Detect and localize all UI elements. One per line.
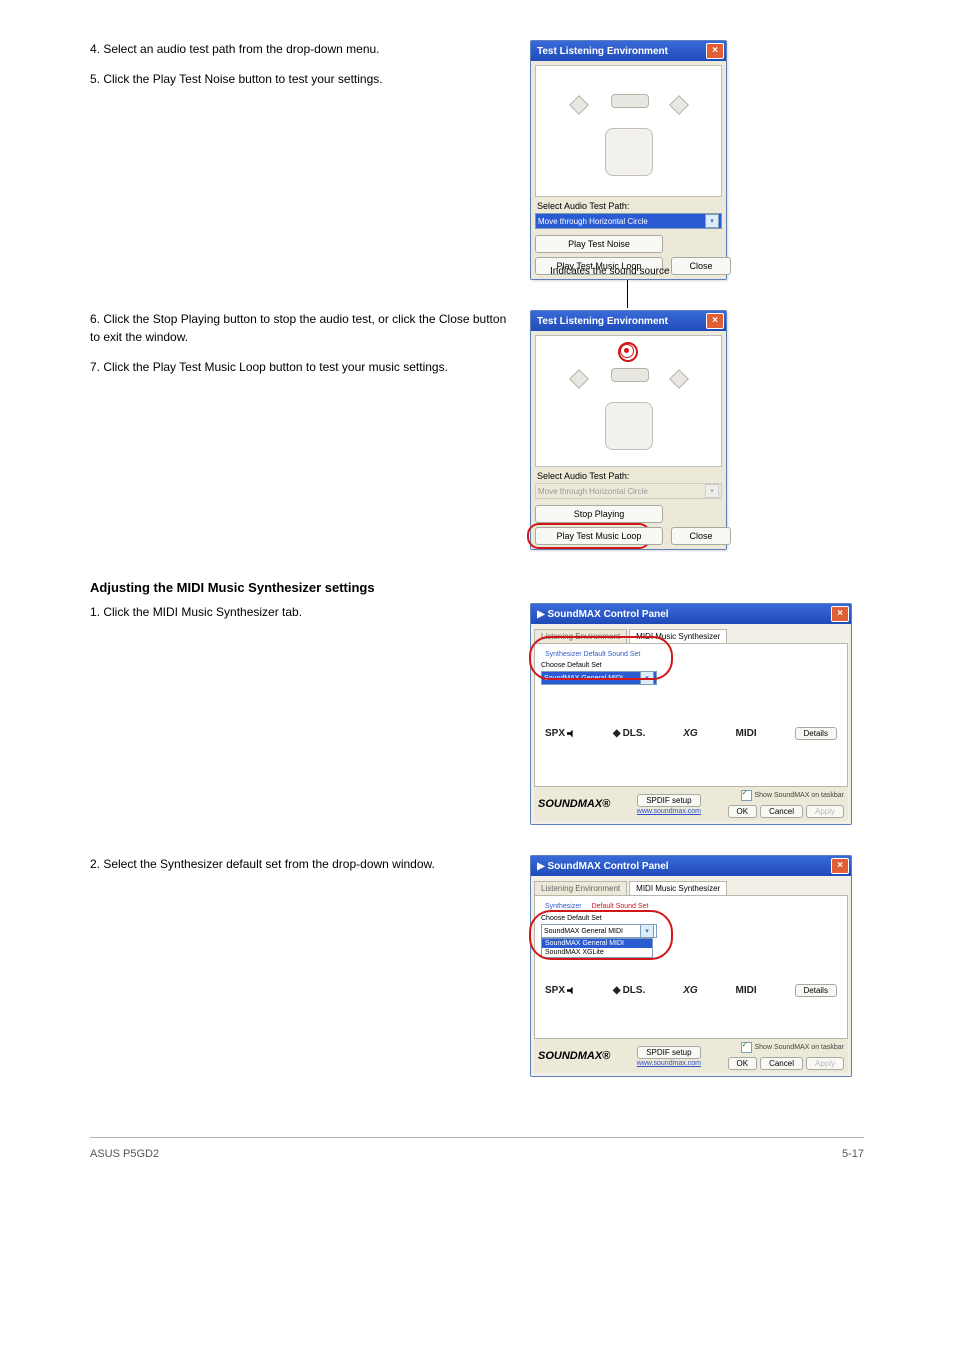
cp-titlebar[interactable]: ▶ SoundMAX Control Panel × xyxy=(531,604,851,624)
play-test-music-button[interactable]: Play Test Music Loop xyxy=(535,527,663,545)
close-icon[interactable]: × xyxy=(706,43,724,59)
test-listening-dialog-1: Test Listening Environment × Select Audi… xyxy=(530,40,727,280)
close-icon[interactable]: × xyxy=(831,606,849,622)
cp-title: ▶ SoundMAX Control Panel xyxy=(537,609,669,620)
taskbar-checkbox-row[interactable]: Show SoundMAX on taskbar xyxy=(741,790,845,801)
ok-button[interactable]: OK xyxy=(728,1057,758,1070)
audio-path-dropdown[interactable]: Move through Horizontal Circle ▾ xyxy=(535,213,722,229)
instruction-step-6: 6. Click the Stop Playing button to stop… xyxy=(90,310,510,346)
annotation-label: Indicates the sound source xyxy=(550,266,670,277)
apply-button-disabled: Apply xyxy=(806,1057,844,1070)
midi-logo: MIDI xyxy=(736,728,757,739)
midi-logo: MIDI xyxy=(736,985,757,996)
instruction-midi-step-1: 1. Click the MIDI Music Synthesizer tab. xyxy=(90,603,510,621)
close-icon[interactable]: × xyxy=(831,858,849,874)
play-test-noise-button[interactable]: Play Test Noise xyxy=(535,235,663,253)
annotation-pointer xyxy=(627,280,628,308)
footer-page-number: 5-17 xyxy=(842,1148,864,1160)
stop-playing-button[interactable]: Stop Playing xyxy=(535,505,663,523)
xg-logo: XG xyxy=(683,728,697,739)
details-button[interactable]: Details xyxy=(795,727,837,740)
dialog-title: Test Listening Environment xyxy=(537,316,668,327)
cancel-button[interactable]: Cancel xyxy=(760,1057,803,1070)
dialog-title: Test Listening Environment xyxy=(537,46,668,57)
footer-left: ASUS P5GD2 xyxy=(90,1148,159,1160)
dropdown-value: Move through Horizontal Circle xyxy=(538,487,648,496)
tab-midi-synthesizer[interactable]: MIDI Music Synthesizer xyxy=(629,881,727,895)
taskbar-checkbox-label: Show SoundMAX on taskbar xyxy=(755,1044,845,1051)
instruction-midi-step-2: 2. Select the Synthesizer default set fr… xyxy=(90,855,510,873)
details-button[interactable]: Details xyxy=(795,984,837,997)
audio-path-dropdown-disabled: Move through Horizontal Circle ▾ xyxy=(535,483,722,499)
soundmax-control-panel-2: ▶ SoundMAX Control Panel × Listening Env… xyxy=(530,855,852,1077)
taskbar-checkbox-label: Show SoundMAX on taskbar xyxy=(755,792,845,799)
midi-synth-heading: Adjusting the MIDI Music Synthesizer set… xyxy=(90,580,864,595)
dls-logo: ◆DLS. xyxy=(613,985,645,996)
dialog-titlebar[interactable]: Test Listening Environment × xyxy=(531,311,726,331)
chevron-down-icon: ▾ xyxy=(705,484,719,498)
dropdown-value: Move through Horizontal Circle xyxy=(538,217,648,226)
ok-button[interactable]: OK xyxy=(728,805,758,818)
close-button[interactable]: Close xyxy=(671,527,731,545)
checkbox-icon[interactable] xyxy=(741,1042,752,1053)
select-path-label: Select Audio Test Path: xyxy=(535,197,722,213)
instruction-step-7: 7. Click the Play Test Music Loop button… xyxy=(90,358,510,376)
cp-title: ▶ SoundMAX Control Panel xyxy=(537,861,669,872)
instruction-step-5: 5. Click the Play Test Noise button to t… xyxy=(90,70,510,88)
soundmax-url-link[interactable]: www.soundmax.com xyxy=(637,1060,701,1067)
checkbox-icon[interactable] xyxy=(741,790,752,801)
cp-titlebar[interactable]: ▶ SoundMAX Control Panel × xyxy=(531,856,851,876)
close-button[interactable]: Close xyxy=(671,257,731,275)
tab-listening-environment[interactable]: Listening Environment xyxy=(534,881,627,895)
select-path-label: Select Audio Test Path: xyxy=(535,467,722,483)
dialog-titlebar[interactable]: Test Listening Environment × xyxy=(531,41,726,61)
soundmax-url-link[interactable]: www.soundmax.com xyxy=(637,808,701,815)
highlight-oval xyxy=(529,636,673,680)
soundmax-logo: SOUNDMAX® xyxy=(538,1050,610,1062)
cp-title-text: SoundMAX Control Panel xyxy=(547,861,668,872)
test-listening-dialog-2: Test Listening Environment × xyxy=(530,310,727,550)
spx-logo: SPX xyxy=(545,985,575,996)
spx-logo: SPX xyxy=(545,728,575,739)
highlight-oval xyxy=(529,910,673,960)
spdif-setup-button[interactable]: SPDIF setup xyxy=(637,794,700,807)
speaker-layout-visual xyxy=(535,335,722,467)
soundmax-logo: SOUNDMAX® xyxy=(538,798,610,810)
dls-logo: ◆DLS. xyxy=(613,728,645,739)
apply-button-disabled: Apply xyxy=(806,805,844,818)
soundmax-control-panel-1: ▶ SoundMAX Control Panel × Listening Env… xyxy=(530,603,852,825)
chevron-down-icon[interactable]: ▾ xyxy=(705,214,719,228)
close-icon[interactable]: × xyxy=(706,313,724,329)
footer-divider xyxy=(90,1137,864,1138)
cp-title-text: SoundMAX Control Panel xyxy=(547,609,668,620)
spdif-setup-button[interactable]: SPDIF setup xyxy=(637,1046,700,1059)
instruction-step-4: 4. Select an audio test path from the dr… xyxy=(90,40,510,58)
cancel-button[interactable]: Cancel xyxy=(760,805,803,818)
speaker-layout-visual xyxy=(535,65,722,197)
taskbar-checkbox-row[interactable]: Show SoundMAX on taskbar xyxy=(741,1042,845,1053)
xg-logo: XG xyxy=(683,985,697,996)
